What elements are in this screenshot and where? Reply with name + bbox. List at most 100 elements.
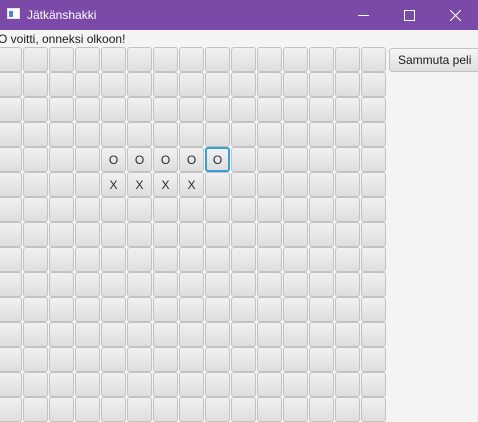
board-cell[interactable] xyxy=(0,322,22,347)
board-cell[interactable] xyxy=(361,222,386,247)
board-cell[interactable] xyxy=(127,197,152,222)
board-cell[interactable]: X xyxy=(179,172,204,197)
board-cell[interactable] xyxy=(309,372,334,397)
board-cell[interactable] xyxy=(179,247,204,272)
board-cell[interactable] xyxy=(361,147,386,172)
board-cell[interactable] xyxy=(127,72,152,97)
board-cell[interactable] xyxy=(153,122,178,147)
board-cell[interactable] xyxy=(361,372,386,397)
board-cell[interactable] xyxy=(283,347,308,372)
board-cell[interactable] xyxy=(23,172,48,197)
end-game-button[interactable]: Sammuta peli xyxy=(389,48,478,72)
board-cell[interactable] xyxy=(309,172,334,197)
board-cell[interactable] xyxy=(0,172,22,197)
board-cell[interactable] xyxy=(309,147,334,172)
board-cell[interactable] xyxy=(75,297,100,322)
board-cell[interactable] xyxy=(335,147,360,172)
board-cell[interactable] xyxy=(231,47,256,72)
board-cell[interactable] xyxy=(283,72,308,97)
board-cell[interactable] xyxy=(153,247,178,272)
board-cell[interactable] xyxy=(335,347,360,372)
board-cell[interactable] xyxy=(179,197,204,222)
board-cell[interactable] xyxy=(127,122,152,147)
board-cell[interactable] xyxy=(101,122,126,147)
board-cell[interactable] xyxy=(153,197,178,222)
board-cell[interactable] xyxy=(205,272,230,297)
board-cell[interactable] xyxy=(231,122,256,147)
maximize-button[interactable] xyxy=(386,0,432,30)
board-cell[interactable] xyxy=(257,397,282,422)
board-cell[interactable] xyxy=(179,47,204,72)
board-cell[interactable] xyxy=(127,372,152,397)
board-cell[interactable] xyxy=(283,147,308,172)
board-cell[interactable] xyxy=(23,322,48,347)
board-cell[interactable] xyxy=(361,297,386,322)
board-cell[interactable] xyxy=(283,397,308,422)
board-cell[interactable] xyxy=(205,397,230,422)
board-cell[interactable] xyxy=(335,72,360,97)
board-cell[interactable] xyxy=(49,147,74,172)
board-cell[interactable] xyxy=(101,197,126,222)
board-cell[interactable] xyxy=(309,322,334,347)
board-cell[interactable] xyxy=(361,247,386,272)
board-cell[interactable] xyxy=(309,347,334,372)
board-cell[interactable] xyxy=(231,272,256,297)
board-cell[interactable] xyxy=(361,272,386,297)
board-cell[interactable] xyxy=(335,172,360,197)
board-cell[interactable] xyxy=(179,122,204,147)
board-cell[interactable] xyxy=(335,272,360,297)
board-cell[interactable] xyxy=(101,97,126,122)
board-cell[interactable] xyxy=(361,347,386,372)
board-cell[interactable] xyxy=(257,247,282,272)
board-cell[interactable] xyxy=(205,47,230,72)
board-cell[interactable] xyxy=(179,297,204,322)
board-cell[interactable] xyxy=(257,172,282,197)
board-cell[interactable] xyxy=(101,47,126,72)
board-cell[interactable] xyxy=(335,197,360,222)
board-cell[interactable] xyxy=(335,97,360,122)
board-cell[interactable] xyxy=(49,372,74,397)
board-cell[interactable] xyxy=(283,97,308,122)
board-cell[interactable] xyxy=(231,247,256,272)
board-cell[interactable] xyxy=(0,272,22,297)
board-cell[interactable]: O xyxy=(179,147,204,172)
board-cell[interactable] xyxy=(23,197,48,222)
board-cell[interactable] xyxy=(257,322,282,347)
board-cell[interactable] xyxy=(205,297,230,322)
board-cell[interactable] xyxy=(153,397,178,422)
board-cell[interactable] xyxy=(127,347,152,372)
board-cell[interactable] xyxy=(335,297,360,322)
board-cell[interactable] xyxy=(23,222,48,247)
board-cell[interactable] xyxy=(205,197,230,222)
board-cell[interactable] xyxy=(361,197,386,222)
board-cell[interactable] xyxy=(49,47,74,72)
board-cell[interactable] xyxy=(75,147,100,172)
board-cell[interactable] xyxy=(283,247,308,272)
board-cell[interactable] xyxy=(179,272,204,297)
board-cell[interactable] xyxy=(205,222,230,247)
board-cell[interactable] xyxy=(75,172,100,197)
board-cell[interactable] xyxy=(283,222,308,247)
board-cell[interactable] xyxy=(231,172,256,197)
board-cell[interactable] xyxy=(179,372,204,397)
board-cell[interactable] xyxy=(179,72,204,97)
board-cell[interactable] xyxy=(23,272,48,297)
board-cell[interactable] xyxy=(283,47,308,72)
board-cell[interactable] xyxy=(283,297,308,322)
board-cell[interactable] xyxy=(75,272,100,297)
board-cell[interactable] xyxy=(257,47,282,72)
board-cell[interactable] xyxy=(75,347,100,372)
board-cell[interactable] xyxy=(101,297,126,322)
board-cell[interactable] xyxy=(101,272,126,297)
board-cell[interactable] xyxy=(309,197,334,222)
board-cell[interactable] xyxy=(309,47,334,72)
board-cell[interactable] xyxy=(127,272,152,297)
board-cell[interactable] xyxy=(23,397,48,422)
board-cell[interactable] xyxy=(335,247,360,272)
board-cell[interactable]: O xyxy=(153,147,178,172)
board-cell[interactable] xyxy=(283,172,308,197)
board-cell[interactable] xyxy=(23,297,48,322)
board-cell[interactable] xyxy=(257,122,282,147)
board-cell[interactable] xyxy=(75,97,100,122)
board-cell[interactable] xyxy=(179,322,204,347)
